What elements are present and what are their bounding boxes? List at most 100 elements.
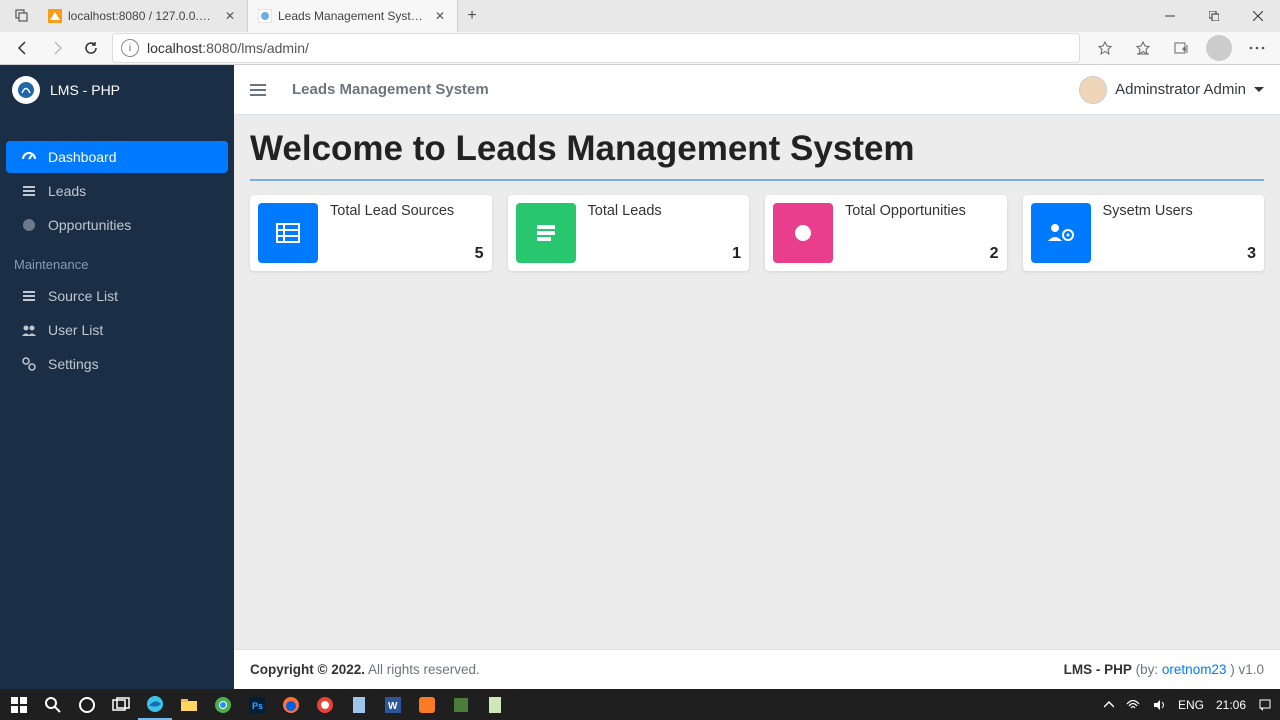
taskview-icon[interactable]	[104, 689, 138, 720]
tb-firefox[interactable]	[274, 689, 308, 720]
brand-logo-icon	[12, 76, 40, 104]
footer-version: v1.0	[1235, 662, 1264, 677]
stat-cards: Total Lead Sources5 Total Leads 1 Total O…	[250, 195, 1264, 271]
footer-by: (by:	[1132, 662, 1162, 677]
browser-tab-1[interactable]: localhost:8080 / 127.0.0.1 / lms_... ✕	[38, 0, 248, 32]
list-icon	[20, 182, 38, 200]
nav-opportunities[interactable]: Opportunities	[6, 209, 228, 241]
card-lead-sources: Total Lead Sources5	[250, 195, 492, 271]
brand-text: LMS - PHP	[50, 82, 120, 98]
tb-word[interactable]: W	[376, 689, 410, 720]
tb-chrome2[interactable]	[308, 689, 342, 720]
sidebar: LMS - PHP Dashboard Leads Opportunities …	[0, 65, 234, 689]
tb-explorer[interactable]	[172, 689, 206, 720]
phpmyadmin-favicon-icon	[48, 9, 62, 23]
close-icon[interactable]: ✕	[433, 9, 447, 23]
url-input[interactable]: i localhost:8080/lms/admin/	[112, 33, 1080, 63]
url-path: /lms/admin/	[237, 40, 309, 56]
new-tab-button[interactable]: +	[458, 0, 486, 32]
back-button[interactable]	[6, 33, 40, 63]
content: Welcome to Leads Management System Total…	[234, 115, 1280, 649]
brand[interactable]: LMS - PHP	[0, 65, 234, 115]
tb-photoshop[interactable]: Ps	[240, 689, 274, 720]
chevron-down-icon	[1254, 87, 1264, 93]
forward-button[interactable]	[40, 33, 74, 63]
gears-icon	[20, 355, 38, 373]
minimize-button[interactable]	[1148, 0, 1192, 32]
menu-icon[interactable]	[1240, 33, 1274, 63]
favorite-icon[interactable]	[1088, 33, 1122, 63]
tb-chrome[interactable]	[206, 689, 240, 720]
sidebar-toggle-button[interactable]	[250, 83, 272, 97]
tab-title: Leads Management System	[278, 9, 427, 23]
nav-label: Dashboard	[48, 149, 117, 165]
nav-label: Leads	[48, 183, 86, 199]
main: Leads Management System Adminstrator Adm…	[234, 65, 1280, 689]
card-users: Sysetm Users 3	[1023, 195, 1265, 271]
cortana-icon[interactable]	[70, 689, 104, 720]
users-icon	[20, 321, 38, 339]
card-opportunities: Total Opportunities2	[765, 195, 1007, 271]
close-icon[interactable]: ✕	[223, 9, 237, 23]
clock[interactable]: 21:06	[1210, 698, 1252, 712]
nav-source-list[interactable]: Source List	[6, 280, 228, 312]
nav: Dashboard Leads Opportunities Maintenanc…	[0, 115, 234, 382]
nav-settings[interactable]: Settings	[6, 348, 228, 380]
notifications-icon[interactable]	[1252, 698, 1278, 712]
maximize-button[interactable]	[1192, 0, 1236, 32]
nav-dashboard[interactable]: Dashboard	[6, 141, 228, 173]
card-value: 1	[588, 245, 742, 263]
system-tray: ENG 21:06	[1098, 698, 1278, 712]
users-cog-icon	[1031, 203, 1091, 263]
favorites-list-icon[interactable]	[1126, 33, 1160, 63]
profile-icon[interactable]	[1202, 33, 1236, 63]
site-info-icon[interactable]: i	[121, 39, 139, 57]
footer: Copyright © 2022. All rights reserved. L…	[234, 649, 1280, 689]
tab-actions-icon[interactable]	[6, 0, 38, 32]
tb-app1[interactable]	[444, 689, 478, 720]
tb-xampp[interactable]	[410, 689, 444, 720]
page-favicon-icon	[258, 9, 272, 23]
browser-tab-2[interactable]: Leads Management System ✕	[248, 0, 458, 32]
tb-notepad[interactable]	[342, 689, 376, 720]
search-icon[interactable]	[36, 689, 70, 720]
nav-user-list[interactable]: User List	[6, 314, 228, 346]
close-window-button[interactable]	[1236, 0, 1280, 32]
nav-label: Opportunities	[48, 217, 131, 233]
footer-product: LMS - PHP	[1064, 662, 1132, 677]
circle-icon	[20, 216, 38, 234]
svg-text:W: W	[388, 701, 398, 712]
tb-edge[interactable]	[138, 689, 172, 720]
language-indicator[interactable]: ENG	[1172, 698, 1210, 712]
footer-rights: All rights reserved.	[365, 662, 480, 677]
card-label: Total Lead Sources	[330, 203, 484, 219]
footer-copyright: Copyright © 2022.	[250, 662, 365, 677]
list-icon	[20, 287, 38, 305]
collections-icon[interactable]	[1164, 33, 1198, 63]
tray-chevron-icon[interactable]	[1098, 700, 1120, 710]
nav-leads[interactable]: Leads	[6, 175, 228, 207]
tb-app2[interactable]	[478, 689, 512, 720]
user-menu[interactable]: Adminstrator Admin	[1079, 76, 1264, 104]
wifi-icon[interactable]	[1120, 699, 1146, 711]
user-name: Adminstrator Admin	[1115, 81, 1246, 98]
nav-label: Settings	[48, 356, 99, 372]
refresh-button[interactable]	[74, 33, 108, 63]
table-icon	[258, 203, 318, 263]
tab-bar: localhost:8080 / 127.0.0.1 / lms_... ✕ L…	[0, 0, 1280, 32]
nav-section-header: Maintenance	[0, 243, 234, 278]
start-button[interactable]	[2, 689, 36, 720]
nav-label: Source List	[48, 288, 118, 304]
card-value: 3	[1103, 245, 1257, 263]
card-leads: Total Leads 1	[508, 195, 750, 271]
card-label: Sysetm Users	[1103, 203, 1257, 219]
url-host: localhost	[147, 40, 202, 56]
avatar	[1079, 76, 1107, 104]
taskbar: Ps W ENG 21:06	[0, 689, 1280, 720]
footer-author-link[interactable]: oretnom23	[1162, 662, 1227, 677]
topbar-title: Leads Management System	[292, 81, 489, 98]
card-label: Total Leads	[588, 203, 742, 219]
topbar: Leads Management System Adminstrator Adm…	[234, 65, 1280, 115]
volume-icon[interactable]	[1146, 699, 1172, 711]
card-value: 2	[845, 245, 999, 263]
